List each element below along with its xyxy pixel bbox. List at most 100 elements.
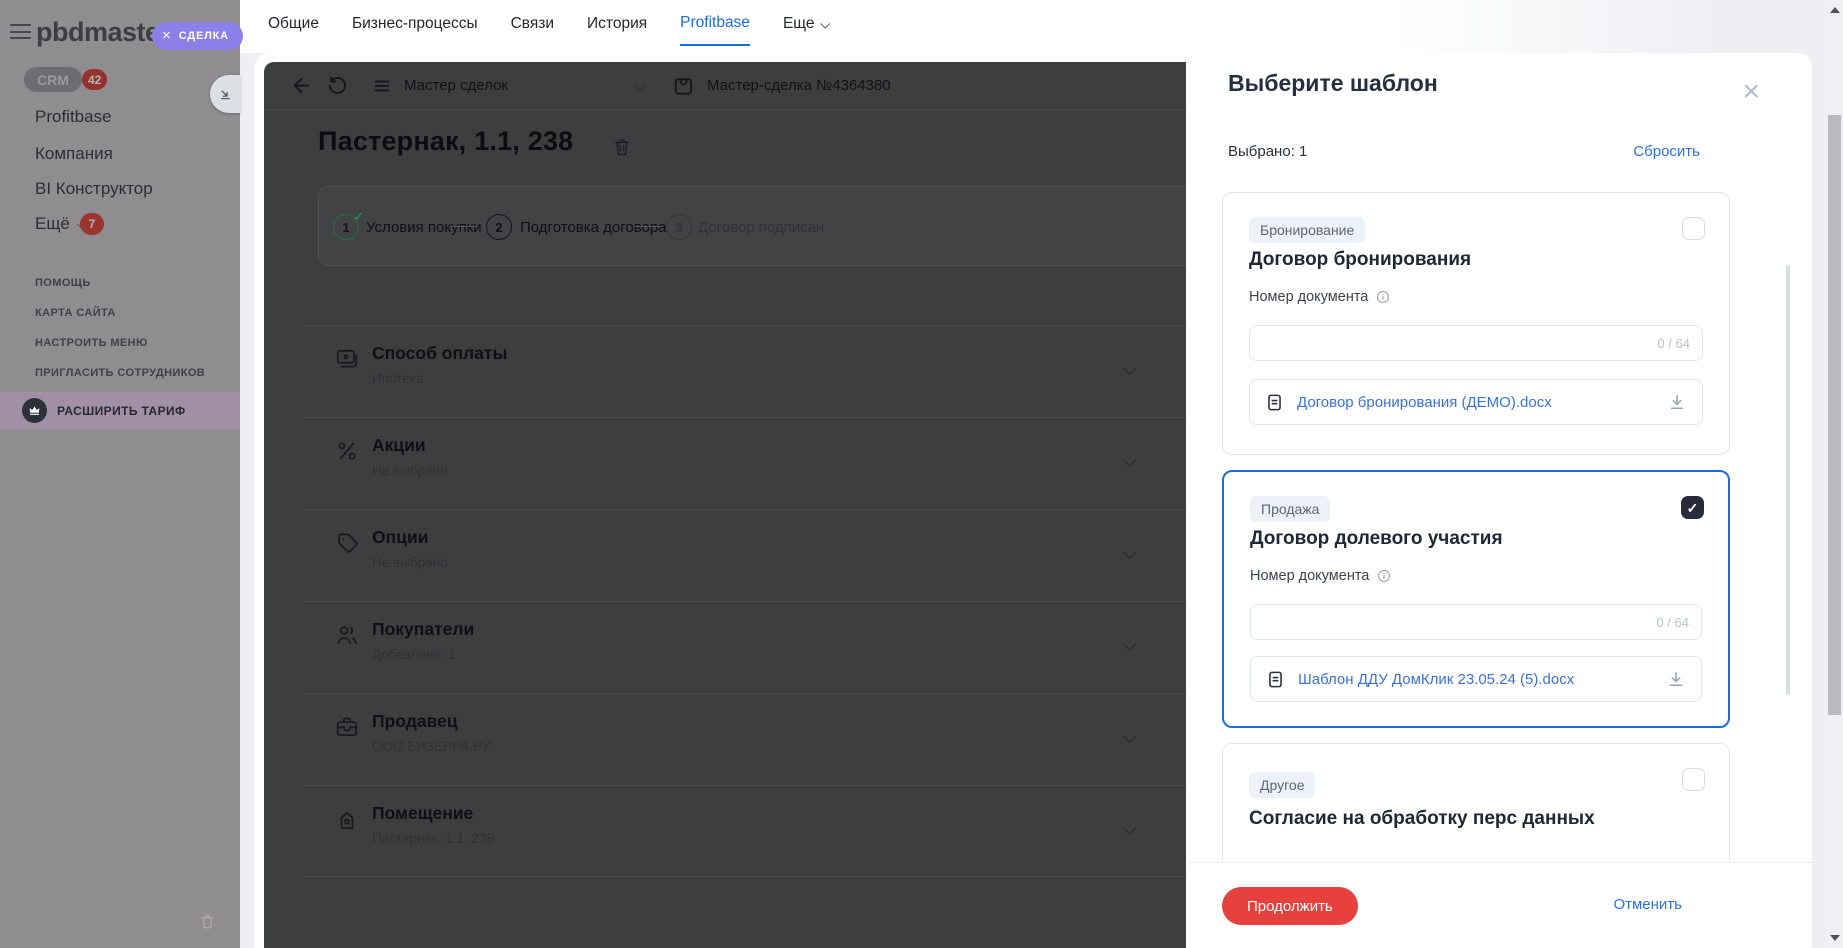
deal-tabs-bar: Общие Бизнес-процессы Связи История Prof… <box>240 0 1826 53</box>
chevron-down-icon[interactable] <box>634 79 646 91</box>
chevron-down-icon[interactable] <box>1123 362 1136 375</box>
chevron-down-icon[interactable] <box>1123 730 1136 743</box>
tab-profitbase[interactable]: Profitbase <box>680 0 750 46</box>
percent-icon <box>334 438 360 464</box>
step-divider <box>635 226 661 227</box>
sidebar-link-configure-menu[interactable]: НАСТРОИТЬ МЕНЮ <box>35 337 148 349</box>
deal-bag-icon <box>672 74 695 97</box>
reload-icon[interactable] <box>326 74 349 97</box>
app-root: Общие Бизнес-процессы Связи История Prof… <box>0 0 1843 948</box>
section-premises[interactable]: Помещение Пастернак, 1.1, 238 <box>303 785 1186 877</box>
sidebar-item-kompaniya[interactable]: Компания <box>35 144 113 164</box>
step-1-circle: 1 ✓ <box>333 209 364 240</box>
template-checkbox[interactable]: ✓ <box>1682 217 1705 240</box>
template-checkbox[interactable]: ✓ <box>1681 496 1704 519</box>
sidebar-item-crm[interactable]: CRM <box>24 67 82 92</box>
tab-more[interactable]: Еще <box>782 1 831 45</box>
sidebar-item-more[interactable]: Ещё <box>35 214 86 234</box>
more-counter-badge: 7 <box>80 213 104 235</box>
sidebar: pbdmaster × СДЕЛКА CRM 42 Profitbase Ком… <box>0 0 243 948</box>
template-file-row[interactable]: Договор бронирования (ДЕМО).docx <box>1249 379 1703 425</box>
document-number-label: Номер документа <box>1250 568 1392 584</box>
section-options[interactable]: Опции Не выбрано <box>303 509 1186 601</box>
tab-istoriya[interactable]: История <box>587 1 647 45</box>
upgrade-tariff-label: РАСШИРИТЬ ТАРИФ <box>57 404 186 418</box>
buyers-icon <box>334 622 360 648</box>
section-promotions[interactable]: Акции Не выбрано <box>303 417 1186 509</box>
minimize-slider-button[interactable] <box>210 75 240 113</box>
chevron-down-icon[interactable] <box>1123 638 1136 651</box>
template-card-other[interactable]: Другое ✓ Согласие на обработку перс данн… <box>1222 743 1730 862</box>
chevron-down-icon[interactable] <box>1123 822 1136 835</box>
section-title: Акции <box>372 435 426 455</box>
step-divider <box>451 226 477 227</box>
close-icon[interactable]: × <box>162 28 171 43</box>
section-value: Не выбрано <box>372 555 448 570</box>
download-icon[interactable] <box>1667 392 1687 412</box>
sidebar-more-label: Ещё <box>35 214 70 233</box>
section-title: Способ оплаты <box>372 343 508 363</box>
document-number-input[interactable] <box>1261 605 1576 639</box>
workspace-select[interactable]: Мастер сделок <box>404 77 508 94</box>
chevron-down-icon[interactable] <box>1123 546 1136 559</box>
chevron-down-icon <box>820 18 831 29</box>
trash-icon[interactable] <box>199 913 216 930</box>
template-modal: × Выберите шаблон Выбрано: 1 Сбросить Бр… <box>1186 53 1812 948</box>
file-link[interactable]: Договор бронирования (ДЕМО).docx <box>1297 394 1552 411</box>
template-category-badge: Другое <box>1249 772 1316 798</box>
section-title: Помещение <box>372 803 474 823</box>
window-scrollbar[interactable] <box>1826 0 1843 948</box>
section-buyers[interactable]: Покупатели Добавлено: 1 <box>303 601 1186 693</box>
chevron-down-icon[interactable] <box>1123 454 1136 467</box>
download-icon[interactable] <box>1666 669 1686 689</box>
scroll-up-arrow-icon[interactable] <box>1830 7 1840 13</box>
sidebar-upgrade-tariff[interactable]: РАСШИРИТЬ ТАРИФ <box>0 392 240 429</box>
reset-link[interactable]: Сбросить <box>1633 143 1700 160</box>
tag-icon <box>334 530 360 556</box>
app-window: Мастер сделок Мастер-сделка №4364380 Пас… <box>254 53 1812 948</box>
menu-icon[interactable] <box>10 24 31 39</box>
step-1-label: Условия покупки <box>366 219 482 236</box>
app-logo[interactable]: pbdmaster <box>36 17 170 48</box>
section-payment-method[interactable]: Способ оплаты Ипотека <box>303 325 1186 417</box>
tab-more-label: Еще <box>782 15 815 32</box>
template-card-booking[interactable]: Бронирование ✓ Договор бронирования Номе… <box>1222 192 1730 455</box>
sidebar-item-profitbase[interactable]: Profitbase <box>35 107 112 127</box>
deal-reference[interactable]: Мастер-сделка №4364380 <box>707 77 891 94</box>
section-value: Пастернак, 1.1, 238 <box>372 831 495 846</box>
sidebar-link-sitemap[interactable]: КАРТА САЙТА <box>35 307 116 319</box>
deal-title: Пастернак, 1.1, 238 <box>318 126 574 156</box>
continue-button[interactable]: Продолжить <box>1222 887 1358 925</box>
section-title: Продавец <box>372 711 458 731</box>
cancel-link[interactable]: Отменить <box>1613 896 1682 913</box>
info-icon[interactable] <box>1375 289 1391 305</box>
template-file-row[interactable]: Шаблон ДДУ ДомКлик 23.05.24 (5).docx <box>1250 656 1702 702</box>
sidebar-link-help[interactable]: ПОМОЩЬ <box>35 277 91 289</box>
back-icon[interactable] <box>290 74 313 97</box>
trash-icon[interactable] <box>612 137 632 157</box>
deal-slider-badge[interactable]: × СДЕЛКА <box>152 22 243 50</box>
template-card-sale[interactable]: Продажа ✓ Договор долевого участия Номер… <box>1222 470 1730 728</box>
template-checkbox[interactable]: ✓ <box>1682 768 1705 791</box>
template-category-badge: Продажа <box>1250 496 1331 522</box>
scrollbar-thumb[interactable] <box>1828 115 1841 715</box>
document-number-field: 0 / 64 <box>1250 604 1702 640</box>
deal-sections: Способ оплаты Ипотека Акции Не выбрано О… <box>303 325 1186 877</box>
file-link[interactable]: Шаблон ДДУ ДомКлик 23.05.24 (5).docx <box>1298 671 1574 688</box>
modal-scrollbar[interactable] <box>1786 265 1790 695</box>
sidebar-link-invite-employees[interactable]: ПРИГЛАСИТЬ СОТРУДНИКОВ <box>35 367 205 379</box>
section-value: Ипотека <box>372 371 424 386</box>
template-category-badge: Бронирование <box>1249 217 1366 243</box>
document-number-input[interactable] <box>1260 326 1577 360</box>
tab-svyazi[interactable]: Связи <box>511 1 554 45</box>
tab-biznes-processy[interactable]: Бизнес-процессы <box>352 1 478 45</box>
building-icon <box>334 806 360 832</box>
scroll-down-arrow-icon[interactable] <box>1830 935 1840 941</box>
tab-obschie[interactable]: Общие <box>268 1 319 45</box>
sidebar-item-bi-konstruktor[interactable]: BI Конструктор <box>35 179 153 199</box>
template-modal-body: Выберите шаблон Выбрано: 1 Сбросить Брон… <box>1186 53 1812 862</box>
menu-icon[interactable] <box>372 77 392 95</box>
payment-icon <box>334 346 360 372</box>
info-icon[interactable] <box>1376 568 1392 584</box>
section-seller[interactable]: Продавец ООО БИЗЕРРА.РУ <box>303 693 1186 785</box>
